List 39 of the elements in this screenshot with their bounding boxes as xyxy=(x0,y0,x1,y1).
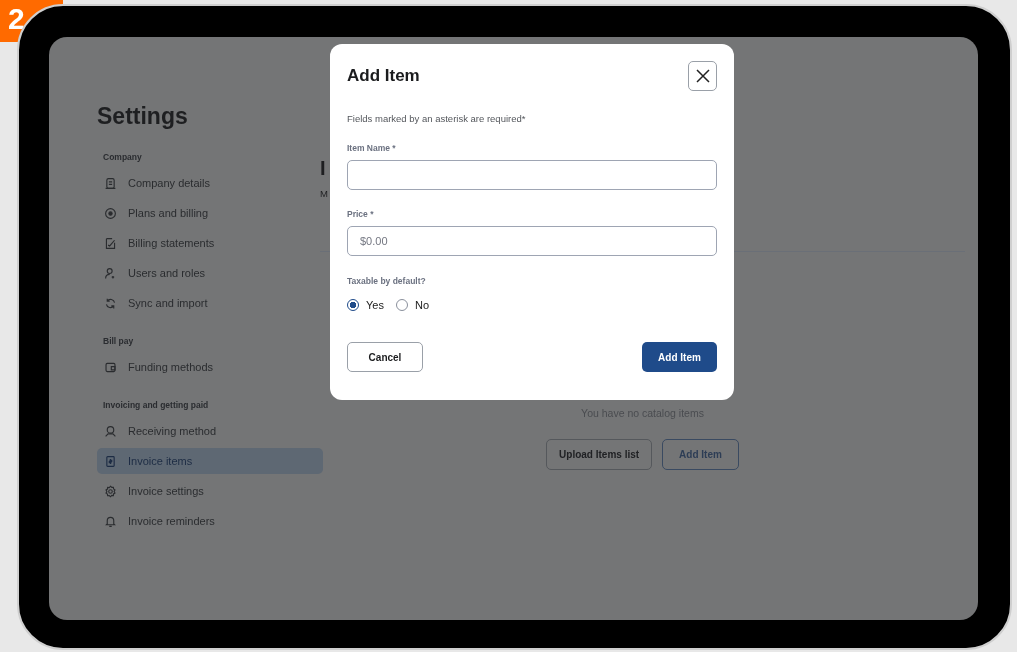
dialog-title: Add Item xyxy=(347,66,420,86)
bell-icon xyxy=(104,514,117,528)
section-label: Invoicing and getting paid xyxy=(103,400,210,410)
page-heading: I xyxy=(320,157,326,179)
required-note: Fields marked by an asterisk are required* xyxy=(347,113,527,124)
field-label: Taxable by default? xyxy=(347,276,427,286)
sidebar-item[interactable]: Sync and import xyxy=(97,290,323,316)
cancel-button[interactable]: Cancel xyxy=(347,342,423,372)
sidebar-item[interactable]: Invoice settings xyxy=(97,478,323,504)
sync-icon xyxy=(104,296,117,310)
section-label: Bill pay xyxy=(103,336,135,346)
sidebar-item[interactable]: Plans and billing xyxy=(97,200,323,226)
sidebar-item[interactable]: Receiving method xyxy=(97,418,323,444)
sidebar-item[interactable]: Invoice items xyxy=(97,448,323,474)
sidebar-item[interactable]: Funding methods xyxy=(97,354,323,380)
invoice-icon xyxy=(104,454,117,468)
sidebar-item[interactable]: Users and roles xyxy=(97,260,323,286)
section-label: Company xyxy=(103,152,143,162)
sidebar-item[interactable]: Billing statements xyxy=(97,230,323,256)
document-icon xyxy=(104,236,117,250)
wallet-icon xyxy=(104,360,117,374)
close-button[interactable] xyxy=(688,61,717,91)
field-label: Price * xyxy=(347,209,375,219)
radio-label: Yes xyxy=(366,299,384,311)
sidebar-item[interactable]: Invoice reminders xyxy=(97,508,323,534)
radio-label: No xyxy=(414,299,429,311)
radio-button[interactable] xyxy=(347,299,359,311)
close-icon xyxy=(694,68,711,84)
add-item-button[interactable]: Add Item xyxy=(662,439,739,470)
field-label: Item Name * xyxy=(347,143,397,153)
building-icon xyxy=(104,176,117,190)
upload-button[interactable]: Upload Items list xyxy=(546,439,653,470)
name-field[interactable] xyxy=(347,160,717,190)
page-title: Settings xyxy=(97,103,189,130)
price-field[interactable]: $0.00 xyxy=(347,226,717,256)
target-icon xyxy=(104,206,117,220)
add-item-button[interactable]: Add Item xyxy=(642,342,717,372)
settings-icon xyxy=(104,484,117,498)
page-subtitle: M xyxy=(320,188,328,199)
